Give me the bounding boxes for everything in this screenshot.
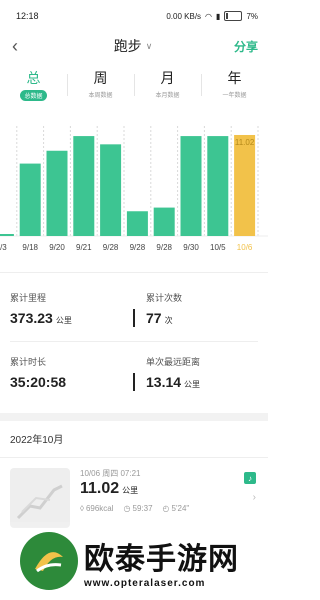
chart-tick-label: 10/6 [237, 243, 253, 252]
clock-icon: ◷ [123, 504, 131, 513]
chart-tick-label: 9/28 [156, 243, 172, 252]
stat-value: 77 [146, 310, 162, 326]
tab-label: 年 [227, 70, 242, 86]
chart-tick-label: 9/20 [49, 243, 65, 252]
tab-sublabel: 本月数据 [155, 93, 180, 99]
chart-svg: /3 9/18 9/20 9/21 9/28 9/28 9/28 9/30 10/5 10/6 11… [0, 126, 268, 252]
chevron-right-icon: › [252, 492, 256, 503]
divider [10, 341, 258, 342]
battery-level: 7% [246, 11, 258, 21]
chart-tick-label: 9/21 [76, 243, 92, 252]
record-date: 10/06 周四 07:21 [80, 469, 141, 478]
summary-stats: 累计里程 373.23 公里 累计次数 77 次 累计时长 35:20:58 单次最… [0, 273, 268, 413]
chart-bar[interactable] [0, 234, 14, 236]
stat-label: 累计里程 [10, 293, 47, 303]
tab-label: 月 [160, 70, 175, 86]
chart-bar[interactable] [46, 150, 68, 236]
tab-label: 总 [26, 70, 41, 86]
chart-bar[interactable] [153, 207, 175, 236]
chart-tick-label: 9/30 [183, 243, 199, 252]
stat-longest-run: 单次最远距离 13.14 公里 [146, 355, 266, 390]
chart-tick-label: 9/28 [103, 243, 119, 252]
stat-value: 13.14 [146, 374, 182, 390]
stat-unit: 公里 [55, 316, 72, 325]
record-duration: 59:37 [132, 504, 153, 513]
chart-tick-label: 9/28 [130, 243, 146, 252]
flame-icon: ◊ [80, 504, 84, 513]
stat-label: 累计次数 [146, 293, 183, 303]
chart-bar[interactable] [234, 134, 256, 236]
record-pace: 5'24" [171, 504, 190, 513]
route-path-icon [16, 484, 63, 520]
tab-month[interactable]: 月 本月数据 [134, 68, 201, 112]
chart-bar[interactable] [207, 136, 229, 236]
chart-bar[interactable] [100, 144, 122, 236]
chart-tick-label: /3 [0, 243, 7, 252]
watermark-banner: 欧泰手游网 www.opteralaser.com [0, 522, 268, 600]
pace-icon: ◴ [162, 504, 170, 513]
tab-week[interactable]: 周 本周数据 [67, 68, 134, 112]
period-tabs: 总 总数据 周 本周数据 月 本月数据 年 一年数据 [0, 68, 268, 112]
stat-unit: 次 [164, 316, 173, 325]
stat-total-distance: 累计里程 373.23 公里 [10, 291, 130, 326]
section-separator [0, 413, 268, 421]
stat-value: 35:20:58 [10, 374, 67, 390]
back-icon[interactable]: ‹ [12, 36, 32, 57]
tab-total[interactable]: 总 总数据 [0, 68, 67, 112]
divider [133, 373, 135, 391]
signal-icon: ▮ [216, 11, 221, 21]
record-unit: 公里 [122, 486, 139, 495]
chevron-down-icon: ∨ [145, 40, 153, 51]
stat-total-duration: 累计时长 35:20:58 [10, 355, 130, 390]
banner-title: 欧泰手游网 [84, 542, 239, 576]
month-header: 2022年10月 [10, 435, 64, 446]
divider [133, 309, 135, 327]
page-title: 跑步 [113, 38, 142, 54]
status-bar: 12:18 0.00 KB/s ◠ ▮ 7% [0, 0, 268, 32]
site-logo-icon [20, 532, 78, 590]
chart-bar[interactable] [180, 136, 202, 236]
status-time: 12:18 [16, 11, 39, 21]
tab-sublabel: 一年数据 [222, 93, 247, 99]
chart-bar[interactable] [19, 163, 41, 236]
chart-bar[interactable] [126, 211, 148, 236]
stat-label: 单次最远距离 [146, 357, 201, 367]
tab-sublabel: 本周数据 [88, 93, 113, 99]
status-icons: 0.00 KB/s ◠ ▮ 7% [166, 11, 258, 21]
stat-label: 累计时长 [10, 357, 47, 367]
chart-bar[interactable] [73, 136, 95, 236]
tab-sublabel: 总数据 [20, 90, 47, 101]
chart-tick-label: 10/5 [210, 243, 226, 252]
route-map-thumbnail [10, 468, 70, 528]
tab-label: 周 [93, 70, 108, 86]
record-meta: ◊ 696kcal ◷ 59:37 ◴ 5'24" [80, 504, 189, 513]
stat-unit: 公里 [184, 380, 201, 389]
record-distance: 11.02 [80, 480, 120, 497]
banner-url: www.opteralaser.com [84, 577, 206, 589]
stat-total-count: 累计次数 77 次 [146, 291, 266, 326]
network-speed: 0.00 KB/s [166, 11, 202, 21]
wifi-icon: ◠ [205, 11, 213, 21]
battery-icon [224, 11, 243, 21]
distance-bar-chart[interactable]: /3 9/18 9/20 9/21 9/28 9/28 9/28 9/30 10/5 10/6 11… [0, 112, 268, 273]
sport-selector[interactable]: 跑步 ∨ [114, 36, 153, 56]
chart-data-label: 11.02 [235, 138, 255, 147]
chart-tick-label: 9/18 [22, 243, 38, 252]
share-button[interactable]: 分享 [234, 38, 258, 55]
stat-value: 373.23 [10, 310, 53, 326]
app-header: ‹ 跑步 ∨ 分享 [0, 32, 268, 60]
record-kcal: 696kcal [85, 504, 114, 513]
sport-type-badge-icon: ♪ [244, 472, 256, 484]
tab-year[interactable]: 年 一年数据 [201, 68, 268, 112]
